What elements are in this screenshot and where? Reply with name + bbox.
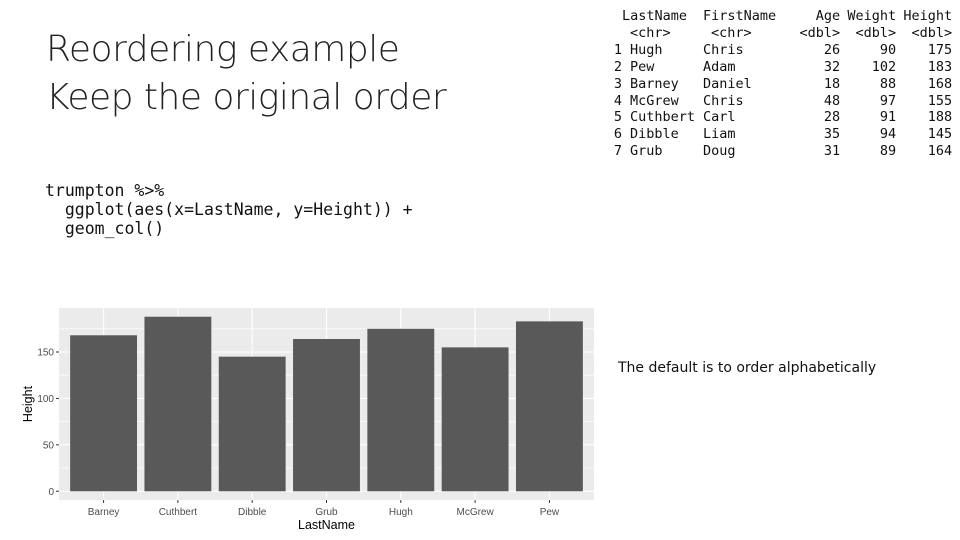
column-header: Height (903, 8, 953, 24)
table-cell-weight: 94 (879, 126, 897, 143)
table-type-row: <chr> <chr> <dbl> <dbl> <dbl> (606, 25, 952, 42)
x-tick-label: Cuthbert (159, 507, 198, 518)
table-cell-height: 175 (927, 41, 953, 58)
table-cell-age: 35 (823, 126, 841, 143)
table-row: 3 Barney Daniel 18 88 168 (606, 76, 952, 93)
table-row: 6 Dibble Liam 35 94 145 (606, 126, 952, 143)
table-cell-firstname: Chris (703, 92, 744, 109)
slide-title: Reordering example Keep the original ord… (46, 26, 447, 122)
table-header-row: LastName FirstName Age Weight Height (606, 8, 952, 25)
table-cell-firstname: Doug (703, 143, 736, 160)
y-tick-label: 0 (48, 487, 54, 498)
table-cell-height: 145 (927, 126, 953, 143)
table-row: 5 Cuthbert Carl 28 91 188 (606, 109, 952, 126)
table-cell-firstname: Chris (703, 41, 744, 58)
bar-mcgrew (441, 347, 509, 492)
table-cell-height: 155 (927, 92, 953, 109)
x-tick-label: Barney (88, 507, 120, 518)
row-index: 1 (613, 41, 622, 58)
table-cell-height: 168 (927, 75, 953, 92)
table-cell-firstname: Carl (703, 109, 736, 126)
row-index: 4 (613, 92, 622, 109)
table-cell-firstname: Adam (703, 58, 736, 75)
slide-title-line-2: Keep the original order (46, 77, 447, 118)
table-cell-age: 32 (823, 58, 841, 75)
x-tick-label: Dibble (238, 507, 267, 518)
column-type: <dbl> (855, 24, 897, 41)
table-cell-lastname: Grub (630, 143, 663, 160)
table-cell-age: 18 (823, 75, 841, 92)
table-cell-lastname: Dibble (630, 126, 679, 143)
slide-title-line-1: Reordering example (46, 29, 400, 70)
row-index: 5 (613, 109, 622, 126)
column-type: <chr> (630, 24, 671, 41)
table-row: 7 Grub Doug 31 89 164 (606, 143, 952, 160)
table-cell-age: 26 (823, 41, 841, 58)
table-cell-weight: 102 (871, 58, 897, 75)
table-cell-height: 188 (927, 109, 953, 126)
table-cell-weight: 88 (879, 75, 897, 92)
y-tick-label: 150 (37, 348, 54, 359)
bar-barney (70, 335, 138, 492)
x-tick-label: Pew (540, 507, 560, 518)
x-tick-label: McGrew (456, 507, 494, 518)
code-line: trumpton %>% (45, 181, 165, 200)
table-cell-age: 48 (823, 92, 841, 109)
x-tick-label: Grub (315, 507, 338, 518)
table-row: 2 Pew Adam 32 102 183 (606, 59, 952, 76)
bar-chart: 0 50 100 150 Barney Cuthbert Dibble Grub Hugh McG… (21, 308, 594, 532)
tibble-output: LastName FirstName Age Weight Height <ch… (606, 8, 952, 160)
code-block: trumpton %>% ggplot(aes(x=LastName, y=He… (45, 181, 413, 238)
bar-dibble (218, 356, 286, 492)
table-cell-lastname: McGrew (630, 92, 679, 109)
column-header: LastName (622, 8, 688, 24)
table-cell-lastname: Hugh (630, 41, 663, 58)
table-cell-age: 28 (823, 109, 841, 126)
x-axis-title: LastName (298, 518, 355, 532)
table-cell-firstname: Daniel (703, 75, 752, 92)
y-axis-title: Height (21, 385, 35, 422)
table-cell-weight: 90 (879, 41, 897, 58)
table-cell-height: 164 (927, 143, 953, 160)
column-type: <dbl> (911, 24, 953, 41)
table-cell-age: 31 (823, 143, 841, 160)
row-index: 6 (613, 126, 622, 143)
bar-hugh (367, 328, 435, 492)
column-header: Weight (847, 8, 897, 24)
bar-grub (293, 339, 360, 492)
table-cell-weight: 91 (879, 109, 897, 126)
row-index: 7 (613, 143, 622, 160)
bar-cuthbert (144, 316, 212, 492)
column-header: FirstName (703, 8, 777, 24)
code-line: geom_col() (45, 219, 165, 238)
table-cell-weight: 97 (879, 92, 897, 109)
column-header: Age (815, 8, 841, 24)
column-type: <chr> (711, 24, 752, 41)
y-tick-label: 100 (37, 394, 54, 405)
table-row: 4 McGrew Chris 48 97 155 (606, 93, 952, 110)
row-index: 3 (613, 75, 622, 92)
table-cell-weight: 89 (879, 143, 897, 160)
table-cell-lastname: Pew (630, 58, 655, 75)
column-type: <dbl> (799, 24, 841, 41)
table-cell-lastname: Cuthbert (630, 109, 696, 126)
x-tick-label: Hugh (389, 507, 413, 518)
y-tick-label: 50 (43, 440, 55, 451)
row-index: 2 (613, 58, 622, 75)
table-cell-firstname: Liam (703, 126, 736, 143)
table-row: 1 Hugh Chris 26 90 175 (606, 42, 952, 59)
code-line: ggplot(aes(x=LastName, y=Height)) + (45, 200, 413, 219)
note-text: The default is to order alphabetically (618, 360, 877, 376)
bar-pew (515, 321, 583, 492)
table-cell-height: 183 (927, 58, 953, 75)
table-cell-lastname: Barney (630, 75, 679, 92)
